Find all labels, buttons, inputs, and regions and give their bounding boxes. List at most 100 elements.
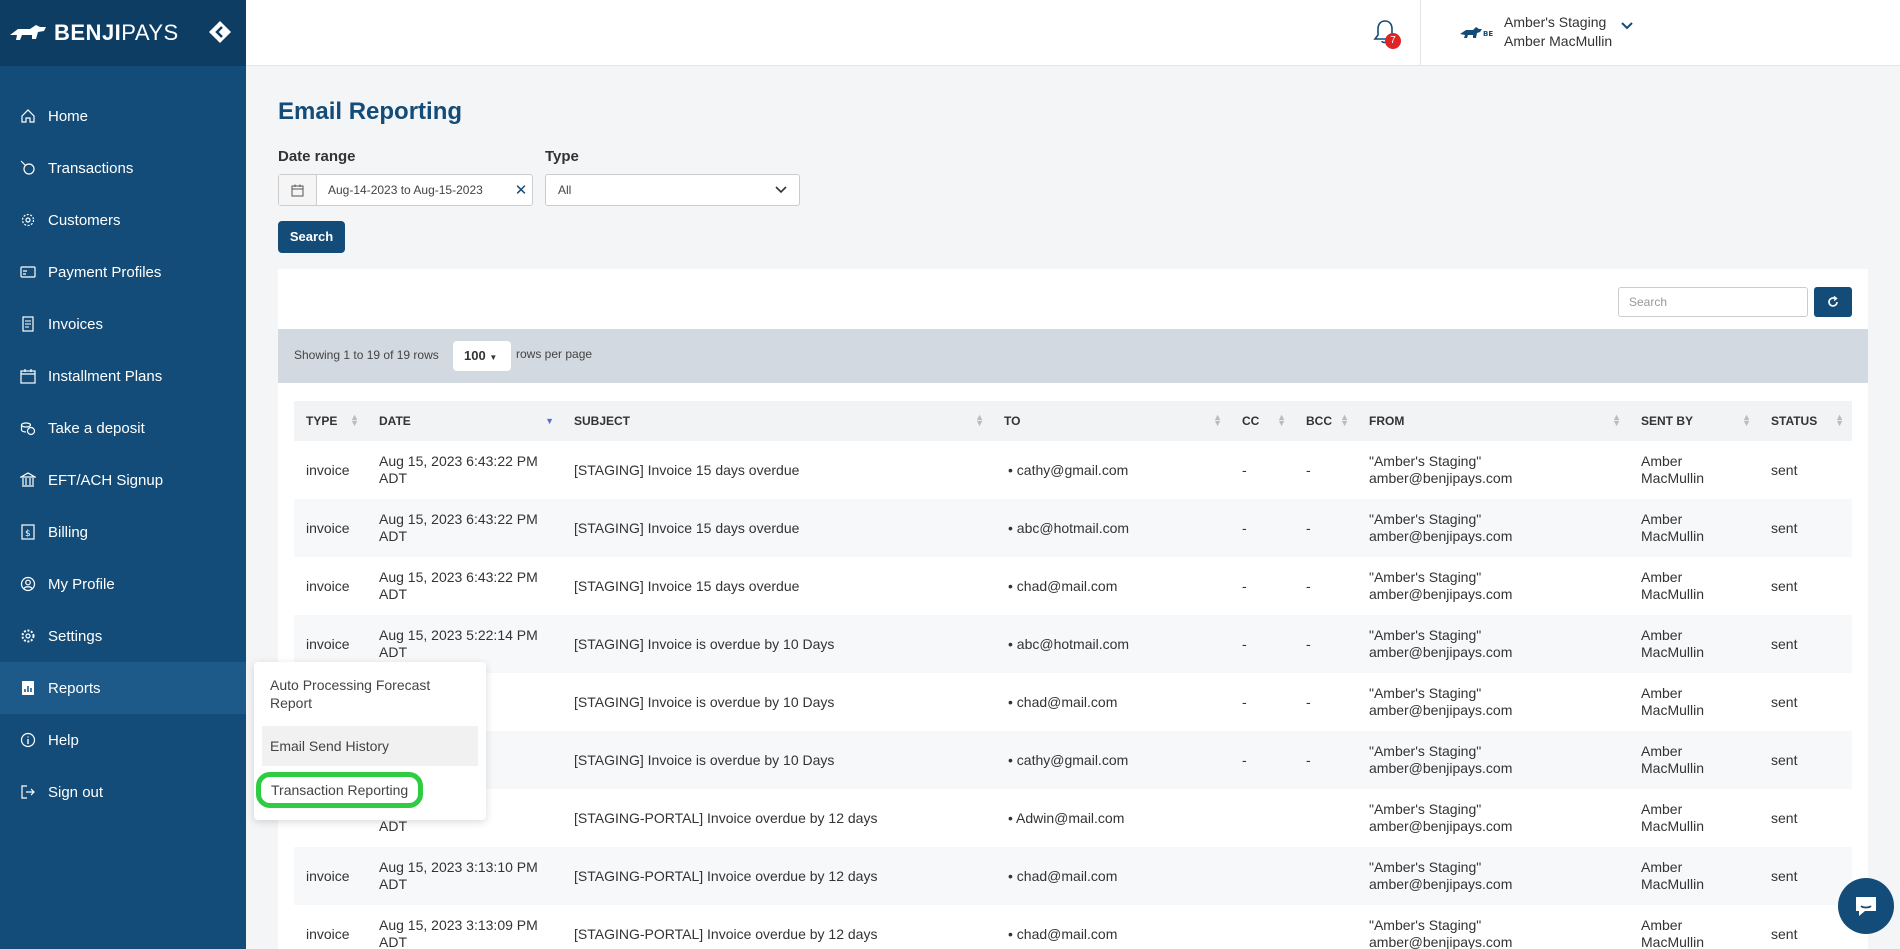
sidebar-item-settings[interactable]: Settings: [0, 610, 246, 662]
sidebar-item-payment-profiles[interactable]: Payment Profiles: [0, 246, 246, 298]
cell-cc: [1230, 789, 1294, 847]
sidebar-item-customers[interactable]: Customers: [0, 194, 246, 246]
cell-sent-by: Amber MacMullin: [1629, 615, 1759, 673]
cell-bcc: -: [1306, 693, 1311, 710]
sidebar-item-label: My Profile: [48, 575, 115, 593]
cell-type: invoice: [294, 847, 367, 905]
bank-icon: [20, 472, 36, 488]
sidebar-item-label: Home: [48, 107, 89, 125]
sidebar-item-invoices[interactable]: Invoices: [0, 298, 246, 350]
sidebar-item-label: Help: [48, 731, 79, 749]
date-range-value[interactable]: Aug-14-2023 to Aug-15-2023: [317, 183, 510, 197]
submenu-item-auto-processing-forecast[interactable]: Auto Processing Forecast Report: [254, 676, 486, 726]
sidebar-item-label: Customers: [48, 211, 121, 229]
table-body: invoice Aug 15, 2023 6:43:22 PM ADT [STAGIN…: [294, 441, 1852, 949]
cell-to: abc@hotmail.com: [992, 499, 1230, 557]
calendar-icon[interactable]: [279, 175, 317, 205]
date-range-label: Date range: [278, 148, 356, 165]
brand-logo[interactable]: BENJIPAYS: [54, 20, 179, 46]
svg-text:BE: BE: [1483, 30, 1493, 38]
table-row: invoice Aug 15, 2023 6:43:22 PM ADT [STAGIN…: [294, 441, 1852, 499]
cell-from: "Amber's Staging" amber@benjipays.com: [1369, 917, 1513, 949]
cell-cc: -: [1242, 461, 1247, 478]
sidebar-item-installment-plans[interactable]: Installment Plans: [0, 350, 246, 402]
caret-down-icon: ▼: [489, 353, 498, 362]
sidebar-item-my-profile[interactable]: My Profile: [0, 558, 246, 610]
refresh-button[interactable]: [1814, 287, 1852, 317]
sidebar-item-billing[interactable]: $ Billing: [0, 506, 246, 558]
cell-type: invoice: [294, 499, 367, 557]
sidebar-item-eft-ach-signup[interactable]: EFT/ACH Signup: [0, 454, 246, 506]
page-size-select[interactable]: 100 ▼: [453, 341, 511, 371]
logo-bar: BENJIPAYS: [0, 0, 246, 66]
type-select[interactable]: All: [545, 174, 800, 206]
column-header-cc[interactable]: CC ▲ ▼: [1230, 401, 1294, 441]
cell-to: chad@mail.com: [992, 847, 1230, 905]
column-header-from[interactable]: FROM ▲ ▼: [1357, 401, 1629, 441]
results-panel: Search Showing 1 to 19 of 19 rows 100 ▼ …: [278, 269, 1868, 949]
cell-from: "Amber's Staging" amber@benjipays.com: [1369, 569, 1513, 602]
column-header-bcc[interactable]: BCC ▲ ▼: [1294, 401, 1357, 441]
sidebar-nav: Home Transactions Customers Payment Prof…: [0, 90, 246, 818]
column-header-sent-by[interactable]: SENT BY ▲ ▼: [1629, 401, 1759, 441]
cell-bcc: [1294, 847, 1357, 905]
cell-status: sent: [1759, 847, 1852, 905]
cell-status: sent: [1771, 577, 1798, 594]
table-row: invoice Aug 15, 2023 6:43:22 PM ADT [STAGIN…: [294, 557, 1852, 615]
clear-date-icon[interactable]: ✕: [510, 181, 532, 199]
account-user[interactable]: Amber MacMullin: [1504, 33, 1612, 49]
home-icon: [20, 108, 36, 124]
type-select-value: All: [558, 183, 572, 197]
sidebar-item-home[interactable]: Home: [0, 90, 246, 142]
cell-from: "Amber's Staging" amber@benjipays.com: [1369, 801, 1513, 834]
cell-bcc: -: [1306, 461, 1311, 478]
cell-to: chad@mail.com: [992, 557, 1230, 615]
submenu-item-email-send-history[interactable]: Email Send History: [262, 726, 478, 766]
sidebar-item-take-deposit[interactable]: Take a deposit: [0, 402, 246, 454]
column-header-type[interactable]: TYPE ▲ ▼: [294, 401, 367, 441]
cell-sent-by: Amber MacMullin: [1629, 499, 1759, 557]
rows-per-page-text: rows per page: [516, 347, 593, 361]
page-title: Email Reporting: [278, 98, 463, 125]
account-name[interactable]: Amber's Staging: [1504, 14, 1606, 30]
cell-to: cathy@gmail.com: [992, 731, 1230, 789]
column-header-to[interactable]: TO ▲ ▼: [992, 401, 1230, 441]
cell-date: Aug 15, 2023 3:13:09 PM ADT: [379, 917, 538, 949]
table-header-row: TYPE ▲ ▼ DATE ▼ SUBJECT ▲ ▼ TO ▲ ▼ CC ▲ ▼ BCC ▲ ▼ F…: [294, 401, 1852, 441]
cell-from: "Amber's Staging" amber@benjipays.com: [1357, 847, 1629, 905]
submenu-item-transaction-reporting[interactable]: Transaction Reporting: [256, 772, 424, 808]
date-range-field[interactable]: Aug-14-2023 to Aug-15-2023 ✕: [278, 174, 533, 206]
table-search-input[interactable]: Search: [1618, 287, 1808, 317]
cell-subject: [STAGING] Invoice 15 days overdue: [562, 499, 992, 557]
sidebar-item-reports[interactable]: Reports: [0, 662, 246, 714]
sign-out-icon: [20, 784, 36, 800]
sidebar-item-label: EFT/ACH Signup: [48, 471, 164, 489]
cell-sent-by: Amber MacMullin: [1641, 453, 1705, 486]
sidebar-item-label: Reports: [48, 679, 101, 697]
column-header-status[interactable]: STATUS ▲ ▼: [1759, 401, 1852, 441]
column-header-date[interactable]: DATE ▼: [367, 401, 562, 441]
table-row: invoice Aug 15, 2023 5:22:14 PM ADT [STAGIN…: [294, 615, 1852, 673]
table-row: :22:14 PM[STAGING] Invoice is overdue by…: [294, 673, 1852, 731]
users-gear-icon: [20, 212, 36, 228]
column-header-subject[interactable]: SUBJECT ▲ ▼: [562, 401, 992, 441]
sidebar-item-sign-out[interactable]: Sign out: [0, 766, 246, 818]
cell-subject: [STAGING-PORTAL] Invoice overdue by 12 d…: [574, 925, 878, 942]
chevron-down-icon[interactable]: [1621, 22, 1633, 30]
refresh-icon: [1828, 296, 1838, 307]
wolf-logo-icon: [10, 25, 46, 40]
table-row: invoice Aug 15, 2023 6:43:22 PM ADT [STAGIN…: [294, 499, 1852, 557]
cell-subject: [STAGING] Invoice 15 days overdue: [574, 461, 800, 478]
sidebar-item-help[interactable]: Help: [0, 714, 246, 766]
cell-from: "Amber's Staging" amber@benjipays.com: [1369, 453, 1513, 486]
cell-cc: -: [1242, 693, 1247, 710]
collapse-diamond-icon[interactable]: [208, 20, 232, 44]
page-size-value: 100: [464, 348, 486, 363]
chat-icon: [1856, 897, 1876, 916]
table-row: invoice Aug 15, 2023 3:13:09 PM ADT [STAGIN…: [294, 905, 1852, 949]
search-button[interactable]: Search: [278, 221, 345, 253]
sidebar-item-transactions[interactable]: Transactions: [0, 142, 246, 194]
sidebar-item-label: Payment Profiles: [48, 263, 162, 281]
table-row: :13:10 PMADT[STAGING-PORTAL] Invoice ove…: [294, 789, 1852, 847]
chat-support-button[interactable]: [1838, 878, 1894, 934]
